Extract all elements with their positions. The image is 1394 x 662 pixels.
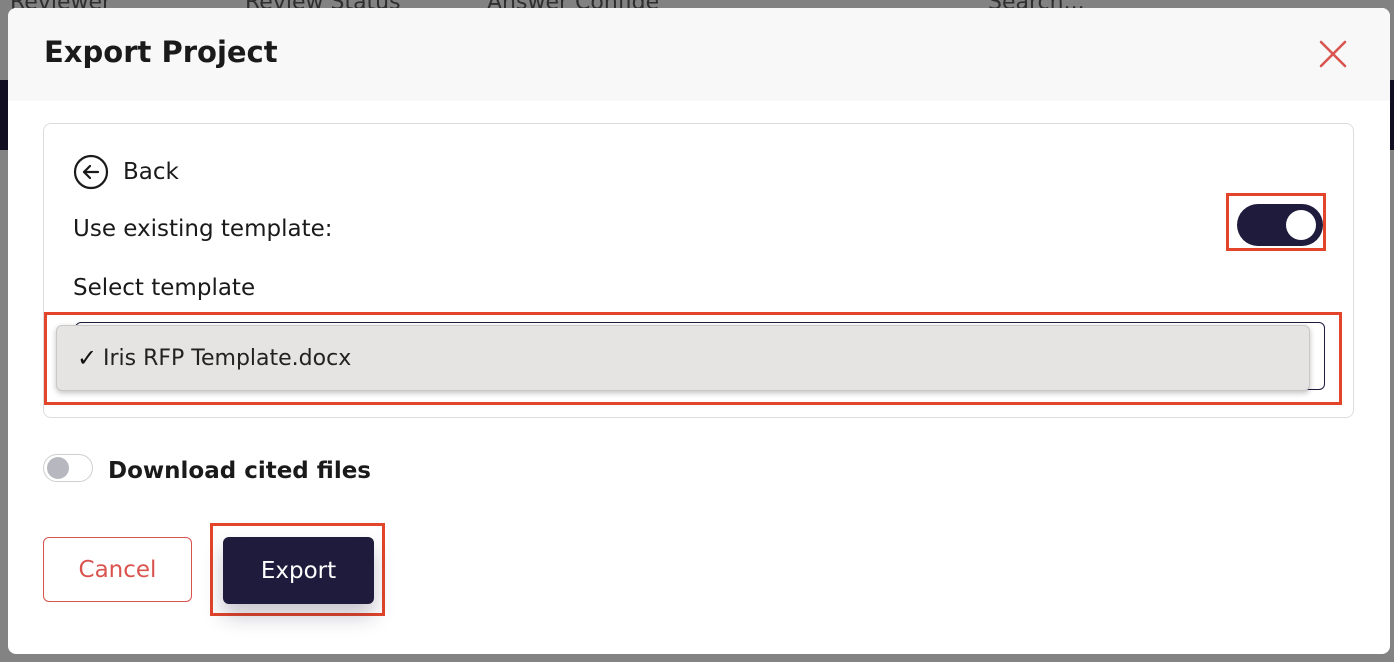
export-button[interactable]: Export bbox=[223, 537, 374, 604]
back-label: Back bbox=[123, 159, 179, 185]
back-button[interactable]: Back bbox=[73, 154, 179, 190]
download-cited-files-toggle[interactable] bbox=[43, 454, 93, 482]
toggle-knob bbox=[47, 457, 69, 479]
template-option-selected[interactable]: ✓ Iris RFP Template.docx bbox=[56, 325, 1310, 391]
cancel-button[interactable]: Cancel bbox=[43, 537, 192, 602]
close-icon bbox=[1319, 40, 1347, 68]
select-template-label: Select template bbox=[73, 275, 256, 301]
close-button[interactable] bbox=[1318, 39, 1348, 69]
export-project-modal: Export Project Back Use existing templat… bbox=[8, 8, 1390, 654]
checkmark-icon: ✓ bbox=[77, 344, 98, 372]
toggle-knob bbox=[1286, 210, 1316, 240]
template-option-label: Iris RFP Template.docx bbox=[103, 345, 352, 371]
use-existing-template-label: Use existing template: bbox=[73, 216, 333, 242]
modal-header: Export Project bbox=[8, 8, 1390, 101]
modal-title: Export Project bbox=[44, 35, 278, 69]
download-cited-files-label: Download cited files bbox=[108, 458, 371, 484]
arrow-left-circle-icon bbox=[73, 154, 109, 190]
template-panel: Back Use existing template: Select templ… bbox=[43, 123, 1354, 418]
use-existing-template-toggle[interactable] bbox=[1237, 204, 1323, 246]
